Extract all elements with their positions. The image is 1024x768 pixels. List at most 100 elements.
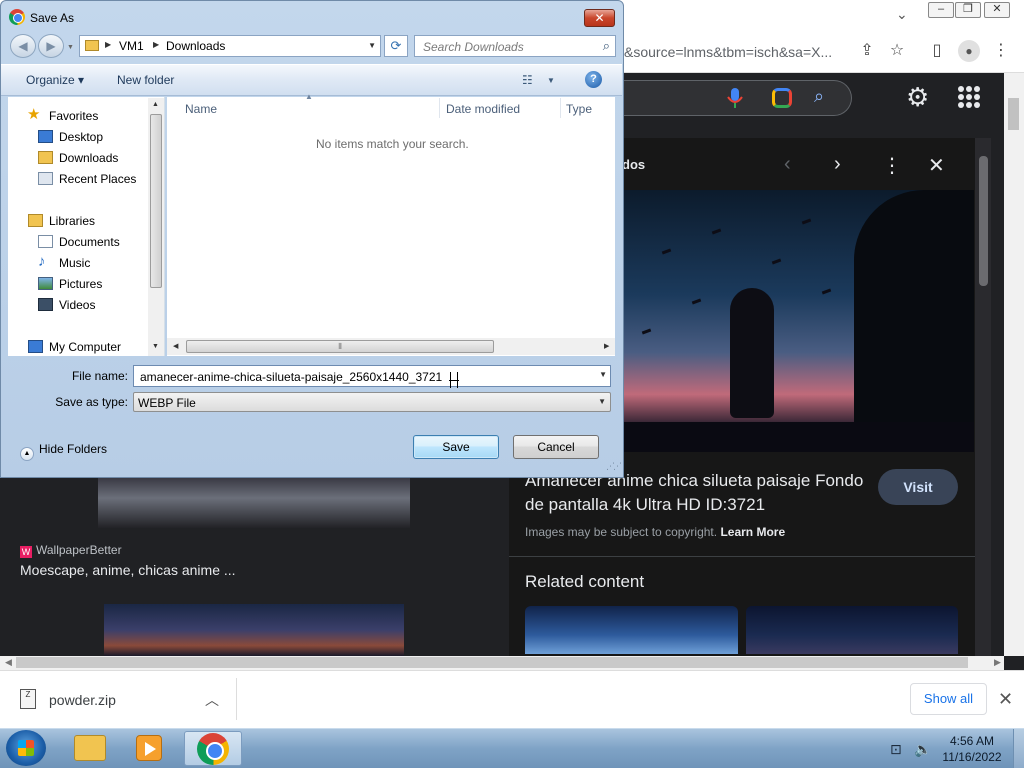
change-view-icon[interactable]: ☷ — [522, 73, 533, 87]
result-title[interactable]: Moescape, anime, chicas anime ... — [20, 562, 236, 578]
learn-more-link[interactable]: Learn More — [720, 525, 785, 539]
breadcrumb-vm1[interactable]: VM1 — [119, 39, 144, 53]
address-dropdown-icon[interactable]: ▼ — [368, 41, 376, 50]
close-panel-icon[interactable]: ✕ — [928, 153, 945, 178]
result-source[interactable]: W WallpaperBetter — [20, 543, 122, 558]
show-desktop-button[interactable] — [1013, 729, 1024, 768]
voice-search-icon[interactable] — [726, 87, 744, 109]
back-button[interactable]: ◀ — [10, 34, 36, 58]
file-name-input[interactable]: amanecer-anime-chica-silueta-paisaje_256… — [133, 365, 611, 387]
download-item-name[interactable]: powder.zip — [49, 692, 116, 708]
search-icon[interactable]: ⌕ — [814, 86, 824, 107]
next-image-icon[interactable]: › — [834, 153, 841, 176]
result-thumbnail[interactable] — [98, 478, 410, 528]
save-as-type-dropdown-icon[interactable]: ▼ — [598, 397, 606, 406]
nav-videos[interactable]: Videos — [59, 298, 95, 312]
volume-icon[interactable]: 🔈 — [914, 741, 931, 758]
side-panel-icon[interactable]: ▯ — [926, 40, 948, 62]
refresh-icon[interactable]: ⟳ — [384, 35, 408, 57]
scroll-up-icon[interactable]: ▲ — [152, 101, 159, 108]
address-breadcrumb[interactable]: ▶ VM1 ▶ Downloads ▼ — [79, 35, 381, 57]
file-list-scrollbar-thumb[interactable]: ⫴ — [186, 340, 494, 353]
organize-menu[interactable]: Organize ▾ — [26, 73, 84, 87]
nav-documents[interactable]: Documents — [59, 235, 120, 249]
minimize-button[interactable]: – — [928, 2, 954, 18]
new-folder-button[interactable]: New folder — [117, 73, 174, 87]
file-name-dropdown-icon[interactable]: ▼ — [599, 370, 607, 379]
bookmark-star-icon[interactable]: ☆ — [886, 40, 908, 62]
nav-my-computer[interactable]: My Computer — [49, 340, 121, 354]
browser-menu-icon[interactable]: ⋮ — [990, 40, 1012, 62]
tab-search-chevron-icon[interactable]: ⌄ — [896, 6, 908, 23]
settings-gear-icon[interactable]: ⚙ — [906, 82, 929, 113]
nav-pictures[interactable]: Pictures — [59, 277, 102, 291]
column-header-type[interactable]: Type — [566, 102, 592, 116]
start-button[interactable] — [6, 730, 46, 766]
download-shelf — [0, 670, 1024, 728]
scroll-left-icon[interactable]: ◀ — [5, 657, 12, 668]
panel-scrollbar-thumb[interactable] — [979, 156, 988, 286]
download-options-chevron-icon[interactable]: ︿ — [205, 690, 219, 710]
column-separator[interactable] — [560, 98, 561, 118]
search-field[interactable]: Search Downloads ⌕ — [414, 35, 616, 57]
save-as-type-select[interactable]: WEBP File ▼ — [133, 392, 611, 412]
preview-image[interactable] — [622, 190, 974, 452]
maximize-button[interactable]: ❐ — [955, 2, 981, 18]
girl-silhouette — [730, 288, 774, 418]
search-icon[interactable]: ⌕ — [603, 38, 610, 54]
help-icon[interactable]: ? — [585, 71, 602, 88]
visit-button[interactable]: Visit — [878, 469, 958, 505]
address-bar-url[interactable]: &source=lnms&tbm=isch&sa=X... — [624, 44, 832, 60]
page-vertical-scrollbar[interactable] — [1004, 73, 1024, 656]
save-as-type-label: Save as type: — [55, 395, 128, 409]
system-clock[interactable]: 4:56 AM 11/16/2022 — [940, 733, 1004, 765]
profile-avatar[interactable]: ● — [958, 40, 980, 62]
close-window-button[interactable]: ✕ — [984, 2, 1010, 18]
file-list[interactable] — [167, 97, 615, 356]
nav-music[interactable]: Music — [59, 256, 90, 270]
breadcrumb-arrow-icon[interactable]: ▶ — [153, 40, 159, 49]
breadcrumb-arrow-icon[interactable]: ▶ — [105, 40, 111, 49]
nav-libraries[interactable]: Libraries — [49, 214, 95, 228]
column-header-name[interactable]: Name — [185, 102, 217, 116]
page-scrollbar-thumb[interactable] — [1008, 98, 1019, 130]
google-lens-icon[interactable] — [772, 88, 792, 108]
nav-favorites[interactable]: Favorites — [49, 109, 98, 123]
column-separator[interactable] — [439, 98, 440, 118]
save-button[interactable]: Save — [413, 435, 499, 459]
google-apps-icon[interactable] — [958, 86, 980, 108]
network-icon[interactable]: ⊡ — [890, 741, 902, 758]
nav-recent-places[interactable]: Recent Places — [59, 172, 136, 186]
horizontal-scrollbar-thumb[interactable] — [16, 657, 968, 668]
scroll-left-icon[interactable]: ◀ — [173, 342, 178, 350]
dialog-close-button[interactable]: ✕ — [584, 9, 615, 27]
column-header-date-modified[interactable]: Date modified — [446, 102, 520, 116]
related-thumbnail-2[interactable] — [746, 606, 958, 654]
hide-folders-toggle[interactable]: ▲ Hide Folders — [20, 442, 107, 461]
scroll-right-icon[interactable]: ▶ — [604, 342, 609, 350]
recent-locations-dropdown-icon[interactable]: ▼ — [67, 44, 74, 51]
nav-pane-scrollbar-thumb[interactable] — [150, 114, 162, 288]
result-thumbnail-2[interactable] — [104, 604, 404, 656]
more-options-icon[interactable]: ⋮ — [882, 153, 902, 178]
videos-icon — [38, 298, 53, 311]
show-all-button[interactable]: Show all — [910, 683, 987, 715]
breadcrumb-downloads[interactable]: Downloads — [166, 39, 225, 53]
resize-grip-icon[interactable]: ⋰⋰ — [606, 461, 622, 472]
view-options-dropdown-icon[interactable]: ▼ — [547, 76, 555, 85]
cancel-button[interactable]: Cancel — [513, 435, 599, 459]
close-download-shelf-icon[interactable]: ✕ — [998, 689, 1013, 710]
nav-downloads[interactable]: Downloads — [59, 151, 118, 165]
scroll-down-icon[interactable]: ▼ — [152, 343, 159, 350]
tree-silhouette — [854, 190, 974, 452]
explorer-folder-icon — [74, 735, 106, 761]
nav-desktop[interactable]: Desktop — [59, 130, 103, 144]
scroll-right-icon[interactable]: ▶ — [994, 657, 1001, 668]
libraries-icon — [28, 214, 43, 227]
forward-button[interactable]: ▶ — [38, 34, 64, 58]
google-search-box[interactable] — [590, 80, 852, 116]
previous-image-icon[interactable]: ‹ — [784, 153, 791, 176]
wallpaperbetter-logo-icon: W — [20, 546, 32, 558]
related-thumbnail-1[interactable] — [525, 606, 738, 654]
share-icon[interactable]: ⇪ — [856, 40, 878, 62]
